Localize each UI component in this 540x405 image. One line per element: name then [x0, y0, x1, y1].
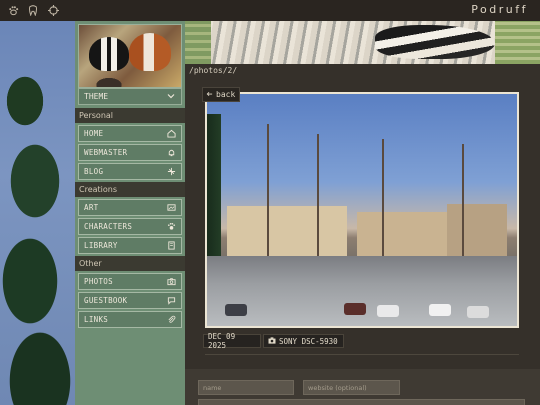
- sidebar-item-label: CHARACTERS: [84, 222, 133, 231]
- sidebar-item-webmaster[interactable]: WEBMASTER: [78, 144, 182, 161]
- divider: [205, 354, 519, 355]
- photo-display: [205, 92, 519, 328]
- top-bar: Podruff: [0, 0, 540, 21]
- section-label-other: Other: [75, 256, 185, 271]
- back-button[interactable]: back: [202, 87, 240, 102]
- photo-building-2: [357, 212, 447, 256]
- sidebar-item-characters[interactable]: CHARACTERS: [78, 218, 182, 235]
- sidebar-item-blog[interactable]: BLOG: [78, 163, 182, 180]
- photo-car: [467, 306, 489, 318]
- sidebar-item-guestbook[interactable]: GUESTBOOK: [78, 292, 182, 309]
- photo-date-badge: DEC 09 2025: [203, 332, 261, 350]
- sidebar-item-label: GUESTBOOK: [84, 296, 128, 305]
- banner-stamp-left: [185, 21, 211, 64]
- banner-badger-art: [375, 25, 495, 59]
- photo-camera-badge: SONY DSC-5930: [263, 334, 344, 348]
- comment-textarea[interactable]: [198, 399, 525, 405]
- photo-camera-model: SONY DSC-5930: [279, 336, 338, 346]
- banner-stamp-right: [495, 21, 540, 64]
- theme-label: THEME: [84, 92, 109, 101]
- photo-car: [344, 303, 366, 315]
- background-tree: [0, 61, 75, 405]
- sidebar-item-label: HOME: [84, 129, 104, 138]
- site-brand[interactable]: Podruff: [471, 3, 528, 16]
- badger-avatar-art: [89, 37, 129, 71]
- website-field[interactable]: website (optional): [303, 380, 400, 395]
- sidebar-item-library[interactable]: LIBRARY: [78, 237, 182, 254]
- section-label-personal: Personal: [75, 108, 185, 123]
- sidebar-item-label: LIBRARY: [84, 241, 118, 250]
- sidebar-item-links[interactable]: LINKS: [78, 311, 182, 328]
- image-icon: [167, 203, 176, 212]
- pawprint-icon[interactable]: [7, 5, 19, 17]
- sidebar: THEME Personal HOME WEBMASTER BLOG Creat…: [75, 21, 185, 405]
- header-banner: [185, 21, 540, 64]
- section-label-creations: Creations: [75, 182, 185, 197]
- photo-car: [377, 305, 399, 317]
- main-content: /photos/2/ back DEC 09 2025 SONY DSC-593…: [185, 21, 540, 405]
- crosshair-icon[interactable]: [47, 5, 59, 17]
- badger-avatar-art-2: [129, 33, 171, 71]
- photo-car: [429, 304, 451, 316]
- arrow-left-icon: [206, 90, 213, 99]
- sidebar-item-label: PHOTOS: [84, 277, 113, 286]
- tooth-icon[interactable]: [27, 5, 39, 17]
- sidebar-item-home[interactable]: HOME: [78, 125, 182, 142]
- book-icon: [167, 241, 176, 250]
- chevron-down-icon: [167, 92, 175, 101]
- sidebar-item-label: BLOG: [84, 167, 104, 176]
- theme-dropdown[interactable]: THEME: [78, 88, 182, 105]
- sidebar-item-photos[interactable]: PHOTOS: [78, 273, 182, 290]
- breadcrumb: /photos/2/: [189, 66, 238, 75]
- paw-icon: [167, 222, 176, 231]
- home-icon: [167, 129, 176, 138]
- camera-icon: [167, 277, 176, 286]
- blog-icon: [167, 167, 176, 176]
- comment-form: name website (optional): [185, 369, 540, 405]
- sidebar-item-label: ART: [84, 203, 99, 212]
- paperclip-icon: [167, 315, 176, 324]
- photo-building-3: [447, 204, 507, 256]
- back-label: back: [216, 90, 236, 99]
- sidebar-item-label: WEBMASTER: [84, 148, 128, 157]
- sidebar-item-art[interactable]: ART: [78, 199, 182, 216]
- photo-date: DEC 09 2025: [208, 332, 236, 350]
- bell-icon: [167, 148, 176, 157]
- camera-icon: [268, 336, 276, 346]
- sidebar-item-label: LINKS: [84, 315, 109, 324]
- photo-car: [225, 304, 247, 316]
- background-scenery: [0, 21, 75, 405]
- name-field[interactable]: name: [198, 380, 294, 395]
- speech-bubble-icon: [167, 296, 176, 305]
- avatar: [78, 24, 182, 88]
- photo-building: [227, 206, 347, 256]
